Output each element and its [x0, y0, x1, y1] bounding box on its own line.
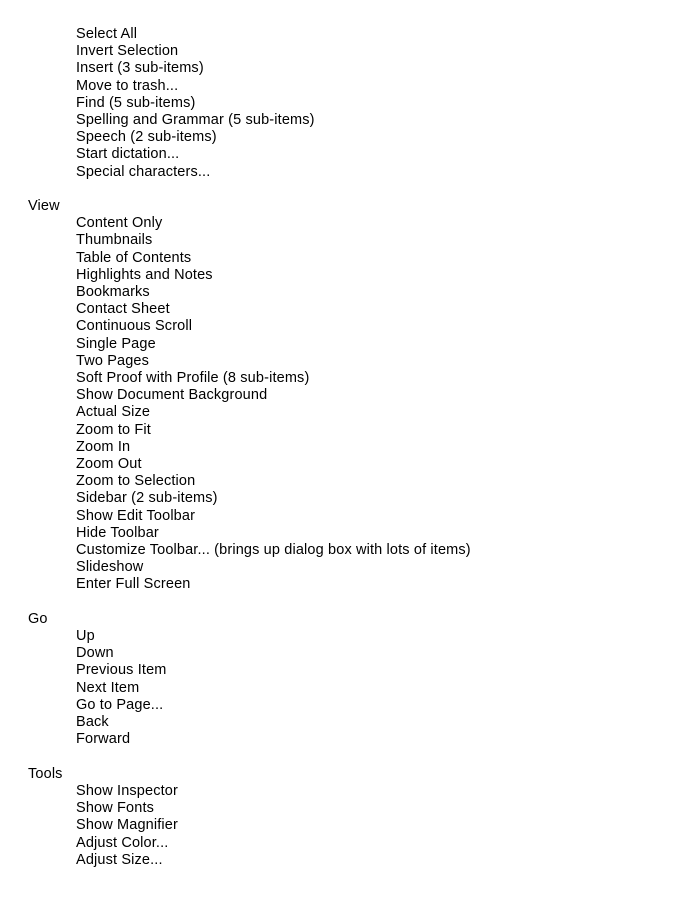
menu-item[interactable]: Contact Sheet — [0, 301, 697, 318]
menu-item[interactable]: Sidebar (2 sub-items) — [0, 490, 697, 507]
menu-item[interactable]: Select All — [0, 26, 697, 43]
menu-title-go[interactable]: Go — [0, 611, 697, 628]
menu-item[interactable]: Show Inspector — [0, 783, 697, 800]
menu-item[interactable]: Forward — [0, 731, 697, 748]
menu-item[interactable]: Thumbnails — [0, 232, 697, 249]
menu-section-go: Go Up Down Previous Item Next Item Go to Page… — [0, 611, 697, 749]
menu-item[interactable]: Soft Proof with Profile (8 sub-items) — [0, 370, 697, 387]
menu-item[interactable]: Next Item — [0, 680, 697, 697]
menu-item[interactable]: Show Magnifier — [0, 817, 697, 834]
menu-item[interactable]: Two Pages — [0, 353, 697, 370]
menu-item[interactable]: Adjust Size... — [0, 852, 697, 869]
menu-item[interactable]: Highlights and Notes — [0, 267, 697, 284]
menu-item[interactable]: Slideshow — [0, 559, 697, 576]
menu-title-tools[interactable]: Tools — [0, 766, 697, 783]
menu-item[interactable]: Previous Item — [0, 662, 697, 679]
menu-item[interactable]: Zoom In — [0, 439, 697, 456]
menu-item[interactable]: Zoom Out — [0, 456, 697, 473]
menu-item[interactable]: Back — [0, 714, 697, 731]
menu-item[interactable]: Find (5 sub-items) — [0, 95, 697, 112]
menu-item[interactable]: Move to trash... — [0, 78, 697, 95]
menu-item[interactable]: Invert Selection — [0, 43, 697, 60]
menu-item[interactable]: Adjust Color... — [0, 835, 697, 852]
menu-item[interactable]: Show Document Background — [0, 387, 697, 404]
menu-item[interactable]: Continuous Scroll — [0, 318, 697, 335]
menu-item[interactable]: Go to Page... — [0, 697, 697, 714]
menu-item[interactable]: Enter Full Screen — [0, 576, 697, 593]
menu-item[interactable]: Hide Toolbar — [0, 525, 697, 542]
menu-item[interactable]: Content Only — [0, 215, 697, 232]
menu-item[interactable]: Special characters... — [0, 164, 697, 181]
menu-section-view: View Content Only Thumbnails Table of Conte… — [0, 198, 697, 594]
menu-item[interactable]: Show Edit Toolbar — [0, 508, 697, 525]
menu-sections-container: Select All Invert Selection Insert (3 sub-… — [0, 26, 697, 869]
menu-item[interactable]: Bookmarks — [0, 284, 697, 301]
menu-item[interactable]: Down — [0, 645, 697, 662]
menu-item[interactable]: Zoom to Selection — [0, 473, 697, 490]
menu-item[interactable]: Show Fonts — [0, 800, 697, 817]
menu-item[interactable]: Insert (3 sub-items) — [0, 60, 697, 77]
menu-item[interactable]: Start dictation... — [0, 146, 697, 163]
menu-item[interactable]: Zoom to Fit — [0, 422, 697, 439]
menu-section-continued: Select All Invert Selection Insert (3 sub-… — [0, 26, 697, 181]
menu-item[interactable]: Up — [0, 628, 697, 645]
menu-item[interactable]: Customize Toolbar... (brings up dialog b… — [0, 542, 697, 559]
menu-item[interactable]: Speech (2 sub-items) — [0, 129, 697, 146]
menu-item[interactable]: Actual Size — [0, 404, 697, 421]
menu-item[interactable]: Table of Contents — [0, 250, 697, 267]
menu-section-tools: Tools Show Inspector Show Fonts Show Magnif… — [0, 766, 697, 869]
menu-title-view[interactable]: View — [0, 198, 697, 215]
menu-item[interactable]: Single Page — [0, 336, 697, 353]
menu-outline-page: Select All Invert Selection Insert (3 sub-… — [0, 0, 697, 921]
menu-item[interactable]: Spelling and Grammar (5 sub-items) — [0, 112, 697, 129]
